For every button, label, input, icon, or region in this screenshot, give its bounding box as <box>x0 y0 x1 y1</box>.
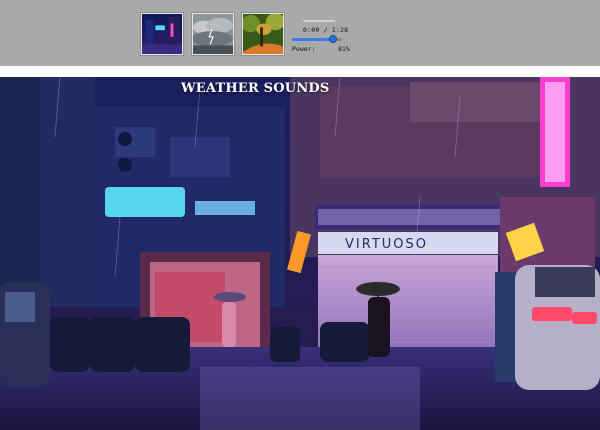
rain-city-image <box>142 14 182 54</box>
power-slider-handle[interactable] <box>328 35 337 43</box>
power-slider-fill <box>292 38 333 41</box>
power-slider[interactable] <box>292 35 342 43</box>
page-title: WEATHER SOUNDS <box>181 81 330 96</box>
power-label: Power: <box>292 45 316 53</box>
power-value: 81% <box>338 45 350 53</box>
top-control-bar: 0:00 / 1:28 Power: 81% <box>0 0 600 66</box>
progress-bar[interactable] <box>303 20 335 22</box>
rain-city-thumbnail[interactable] <box>141 13 183 55</box>
forest-image <box>243 14 283 54</box>
storm-clouds-thumbnail[interactable] <box>192 13 234 55</box>
weather-scene-background: VIRTUOSO <box>0 77 600 430</box>
storm-clouds-image <box>193 14 233 54</box>
rainy-street-image: VIRTUOSO <box>0 77 600 430</box>
audio-player: 0:00 / 1:28 Power: 81% <box>292 18 352 58</box>
forest-thumbnail[interactable] <box>242 13 284 55</box>
time-display: 0:00 / 1:28 <box>303 26 349 34</box>
